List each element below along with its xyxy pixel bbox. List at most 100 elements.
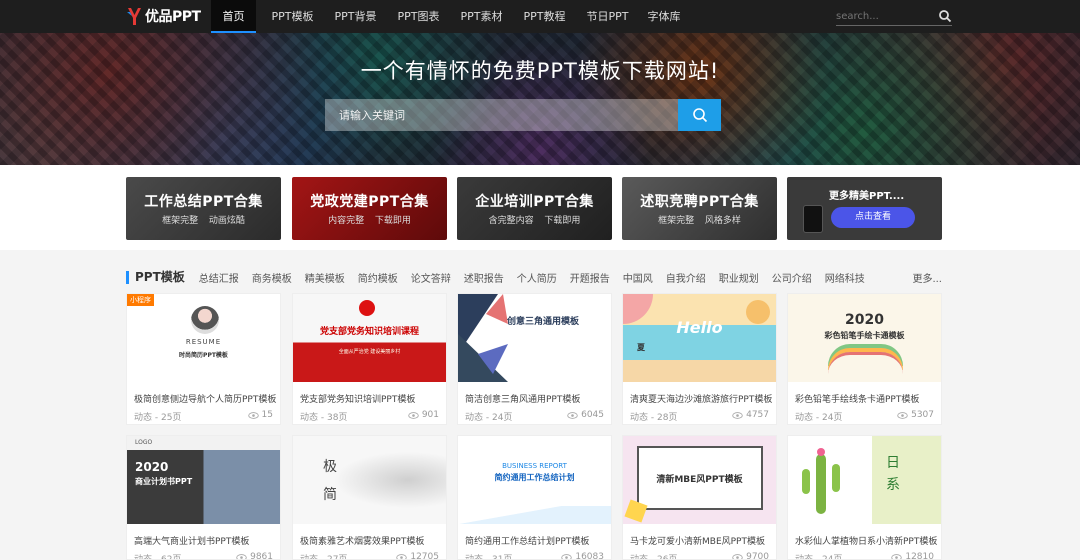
category-title: PPT模板 — [126, 271, 185, 284]
collection-title: 工作总结PPT合集 — [126, 191, 281, 211]
category-more-link[interactable]: 更多... — [912, 270, 942, 285]
card-meta: 动态 - 62页 — [134, 552, 181, 560]
hero-search — [325, 99, 721, 131]
template-card[interactable]: 创意三角通用模板 简洁创意三角风通用PPT模板 动态 - 24页 6045 — [457, 293, 612, 425]
card-title: 简洁创意三角风通用PPT模板 — [465, 392, 580, 405]
template-card[interactable]: 日 系 水彩仙人掌植物日系小清新PPT模板 动态 - 24页 12810 — [787, 435, 942, 560]
collection-subtitle: 内容完整 下载即用 — [292, 213, 447, 226]
collection-job-report[interactable]: 述职竞聘PPT合集 框架完整 风格多样 — [622, 177, 777, 240]
card-meta: 动态 - 24页 — [795, 552, 842, 560]
card-title: 极简素雅艺术烟雾效果PPT模板 — [300, 534, 424, 547]
thumb-subtitle: 简 — [323, 484, 337, 504]
card-thumbnail: 清新MBE风PPT模板 — [623, 436, 776, 524]
template-card[interactable]: LOGO 2020 商业计划书PPT 高端大气商业计划书PPT模板 动态 - 6… — [126, 435, 281, 560]
template-card[interactable]: Hello 夏 清爽夏天海边沙滩旅游旅行PPT模板 动态 - 28页 4757 — [622, 293, 777, 425]
category-link[interactable]: 自我介绍 — [666, 270, 706, 285]
nav-item-holiday-ppt[interactable]: 节日PPT — [576, 0, 639, 33]
site-logo[interactable]: 优品PPT — [126, 6, 201, 26]
nav-item-ppt-charts[interactable]: PPT图表 — [387, 0, 450, 33]
thumb-title: 日 — [886, 452, 900, 472]
template-card[interactable]: 党支部党务知识培训课程 全面从严治党 建设美丽乡村 党支部党务知识培训PPT模板… — [292, 293, 447, 425]
card-views: 6045 — [567, 410, 604, 420]
nav-item-ppt-materials[interactable]: PPT素材 — [450, 0, 513, 33]
eye-icon — [408, 412, 419, 419]
view-count: 901 — [422, 410, 439, 420]
cactus-graphic — [796, 444, 846, 522]
card-title: 彩色铅笔手绘线条卡通PPT模板 — [795, 392, 919, 405]
card-meta: 动态 - 25页 — [134, 410, 181, 423]
eye-icon — [732, 412, 743, 419]
template-card[interactable]: 小程序 RESUME 时尚简历PPT模板 极简创意侧边导航个人简历PPT模板 动… — [126, 293, 281, 425]
card-views: 901 — [408, 410, 439, 420]
view-count: 6045 — [581, 410, 604, 420]
category-link[interactable]: 商务模板 — [252, 270, 292, 285]
nav-search-input[interactable] — [836, 7, 926, 25]
card-meta: 动态 - 31页 — [465, 552, 512, 560]
category-link[interactable]: 简约模板 — [358, 270, 398, 285]
thumb-subtitle: 全面从严治党 建设美丽乡村 — [293, 348, 446, 355]
card-meta: 动态 - 24页 — [795, 410, 842, 423]
category-link[interactable]: 述职报告 — [464, 270, 504, 285]
collection-more[interactable]: 更多精美PPT.... 点击查看 — [787, 177, 942, 240]
card-title: 水彩仙人掌植物日系小清新PPT模板 — [795, 534, 937, 547]
tablet-icon — [803, 205, 823, 233]
collection-corporate-training[interactable]: 企业培训PPT合集 含完整内容 下载即用 — [457, 177, 612, 240]
template-card[interactable]: 2020 彩色铅笔手绘卡通模板 彩色铅笔手绘线条卡通PPT模板 动态 - 24页… — [787, 293, 942, 425]
thumb-logo: LOGO — [135, 439, 152, 446]
nav-item-ppt-backgrounds[interactable]: PPT背景 — [324, 0, 387, 33]
nav-item-ppt-tutorials[interactable]: PPT教程 — [513, 0, 576, 33]
category-link[interactable]: 开题报告 — [570, 270, 610, 285]
nav-item-ppt-templates[interactable]: PPT模板 — [261, 0, 324, 33]
category-link[interactable]: 公司介绍 — [772, 270, 812, 285]
thumb-title: 极 — [323, 456, 337, 476]
collection-title: 述职竞聘PPT合集 — [622, 191, 777, 211]
card-thumbnail: Hello 夏 — [623, 294, 776, 382]
thumb-title: 清新MBE风PPT模板 — [623, 472, 776, 485]
thumb-subtitle: 系 — [886, 474, 900, 494]
hero-search-button[interactable] — [678, 99, 721, 131]
nav-item-home[interactable]: 首页 — [211, 0, 256, 33]
collection-title: 党政党建PPT合集 — [292, 191, 447, 211]
collection-subtitle: 含完整内容 下载即用 — [457, 213, 612, 226]
view-more-button[interactable]: 点击查看 — [831, 207, 915, 228]
card-views: 12705 — [396, 552, 439, 560]
category-link[interactable]: 网络科技 — [825, 270, 865, 285]
collection-work-summary[interactable]: 工作总结PPT合集 框架完整 动画炫酷 — [126, 177, 281, 240]
card-views: 15 — [248, 410, 273, 420]
collection-party-building[interactable]: 党政党建PPT合集 内容完整 下载即用 — [292, 177, 447, 240]
category-link[interactable]: 论文答辩 — [411, 270, 451, 285]
card-thumbnail: 极 简 — [293, 436, 446, 524]
eye-icon — [567, 412, 578, 419]
template-card[interactable]: 清新MBE风PPT模板 马卡龙可爱小清新MBE风PPT模板 动态 - 26页 9… — [622, 435, 777, 560]
thumb-title: 2020 — [788, 312, 941, 328]
category-link[interactable]: 中国风 — [623, 270, 653, 285]
category-link[interactable]: 精美模板 — [305, 270, 345, 285]
template-card[interactable]: 极 简 极简素雅艺术烟雾效果PPT模板 动态 - 27页 12705 — [292, 435, 447, 560]
logo-icon — [126, 6, 142, 26]
category-link[interactable]: 职业规划 — [719, 270, 759, 285]
mini-program-badge: 小程序 — [127, 294, 154, 306]
card-thumbnail: 党支部党务知识培训课程 全面从严治党 建设美丽乡村 — [293, 294, 446, 382]
thumb-subtitle: 夏 — [637, 342, 645, 353]
card-title: 清爽夏天海边沙滩旅游旅行PPT模板 — [630, 392, 772, 405]
thumb-title: 2020 — [135, 460, 168, 474]
card-title: 极简创意侧边导航个人简历PPT模板 — [134, 392, 276, 405]
card-thumbnail: 日 系 — [788, 436, 941, 524]
template-card[interactable]: BUSINESS REPORT 简约通用工作总结计划 简约通用工作总结计划PPT… — [457, 435, 612, 560]
card-meta: 动态 - 38页 — [300, 410, 347, 423]
card-views: 9861 — [236, 552, 273, 560]
card-thumbnail: 创意三角通用模板 — [458, 294, 611, 382]
party-emblem-icon — [359, 300, 375, 316]
hero-title: 一个有情怀的免费PPT模板下载网站! — [0, 55, 1080, 85]
card-meta: 动态 - 26页 — [630, 552, 677, 560]
search-icon[interactable] — [938, 9, 952, 23]
nav-item-fonts[interactable]: 字体库 — [639, 0, 689, 33]
thumb-title: RESUME — [127, 338, 280, 346]
view-count: 9700 — [746, 552, 769, 560]
thumb-title: 创意三角通用模板 — [488, 314, 598, 327]
hero-search-input[interactable] — [325, 99, 678, 131]
category-link[interactable]: 个人简历 — [517, 270, 557, 285]
card-views: 9700 — [732, 552, 769, 560]
thumb-title: Hello — [623, 318, 776, 337]
category-link[interactable]: 总结汇报 — [199, 270, 239, 285]
